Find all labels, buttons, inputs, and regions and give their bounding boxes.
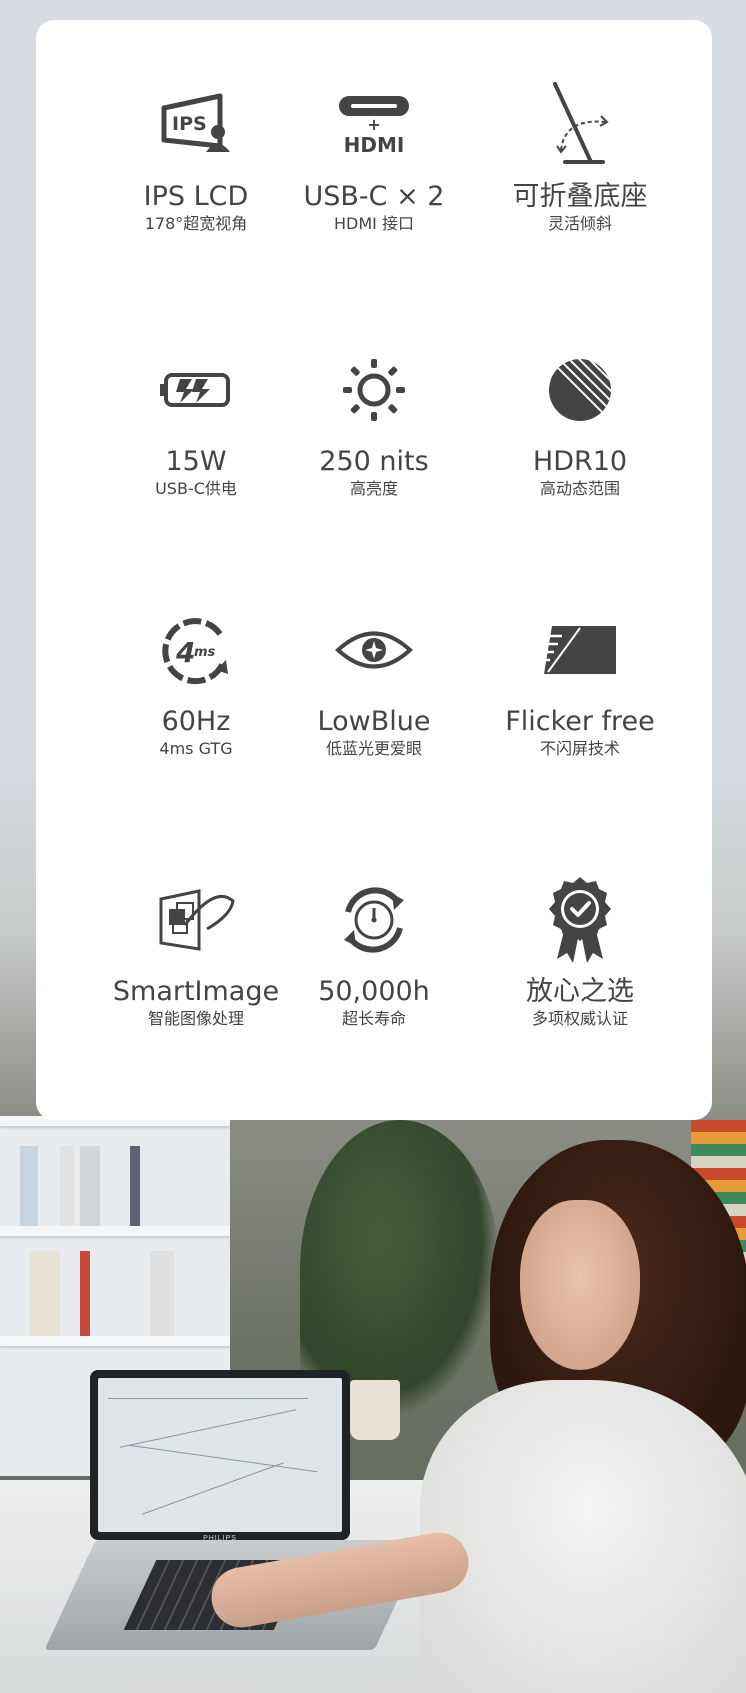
portable-monitor: PHILIPS [90,1370,350,1542]
feature-card: IPS IPS LCD 178°超宽视角 + HDMI USB-C × 2 HD… [36,20,712,1120]
feature-title: 250 nits [319,446,429,477]
woman-face [520,1200,640,1370]
svg-text:+: + [367,115,380,134]
feature-lowblue: LowBlue 低蓝光更爱眼 [264,605,484,759]
svg-text:4: 4 [175,636,195,669]
monitor-brand-label: PHILIPS [203,1535,237,1542]
foldable-stand-icon [470,80,690,170]
svg-text:ms: ms [194,645,216,660]
feature-brightness: 250 nits 高亮度 [264,345,484,499]
feature-subtitle: 高亮度 [349,479,398,498]
feature-subtitle: 超长寿命 [341,1009,406,1028]
svg-text:IPS: IPS [172,113,207,135]
feature-usb-c: + HDMI USB-C × 2 HDMI 接口 [264,80,484,234]
feature-hdr: HDR10 高动态范围 [470,345,690,499]
feature-title: 放心之选 [526,976,634,1007]
feature-certified: 放心之选 多项权威认证 [470,875,690,1029]
eye-icon [264,605,484,695]
flicker-free-screen-icon [470,605,690,695]
svg-text:HDMI: HDMI [344,133,405,157]
feature-title: Flicker free [505,706,655,737]
feature-subtitle: 高动态范围 [539,479,620,498]
feature-subtitle: 多项权威认证 [531,1009,628,1028]
certified-badge-icon [470,875,690,965]
feature-title: HDR10 [532,446,628,477]
sun-brightness-icon [264,345,484,435]
feature-lifespan: 50,000h 超长寿命 [264,875,484,1029]
feature-title: USB-C × 2 [303,181,445,212]
usb-c-hdmi-icon: + HDMI [264,80,484,170]
feature-subtitle: 灵活倾斜 [547,214,612,233]
feature-title: LowBlue [317,706,431,737]
woman-shirt [420,1380,746,1693]
lifespan-clock-icon [264,875,484,965]
feature-title: 可折叠底座 [512,181,648,212]
feature-foldable-stand: 可折叠底座 灵活倾斜 [470,80,690,234]
lifestyle-photo: PHILIPS [0,1080,746,1693]
feature-flicker-free: Flicker free 不闪屏技术 [470,605,690,759]
feature-title: 50,000h [318,976,430,1007]
feature-subtitle: HDMI 接口 [334,214,414,233]
mug [350,1380,400,1440]
feature-subtitle: 不闪屏技术 [539,739,620,758]
monitor-display [98,1378,342,1532]
hdr-sphere-icon [470,345,690,435]
feature-subtitle: 低蓝光更爱眼 [325,739,422,758]
